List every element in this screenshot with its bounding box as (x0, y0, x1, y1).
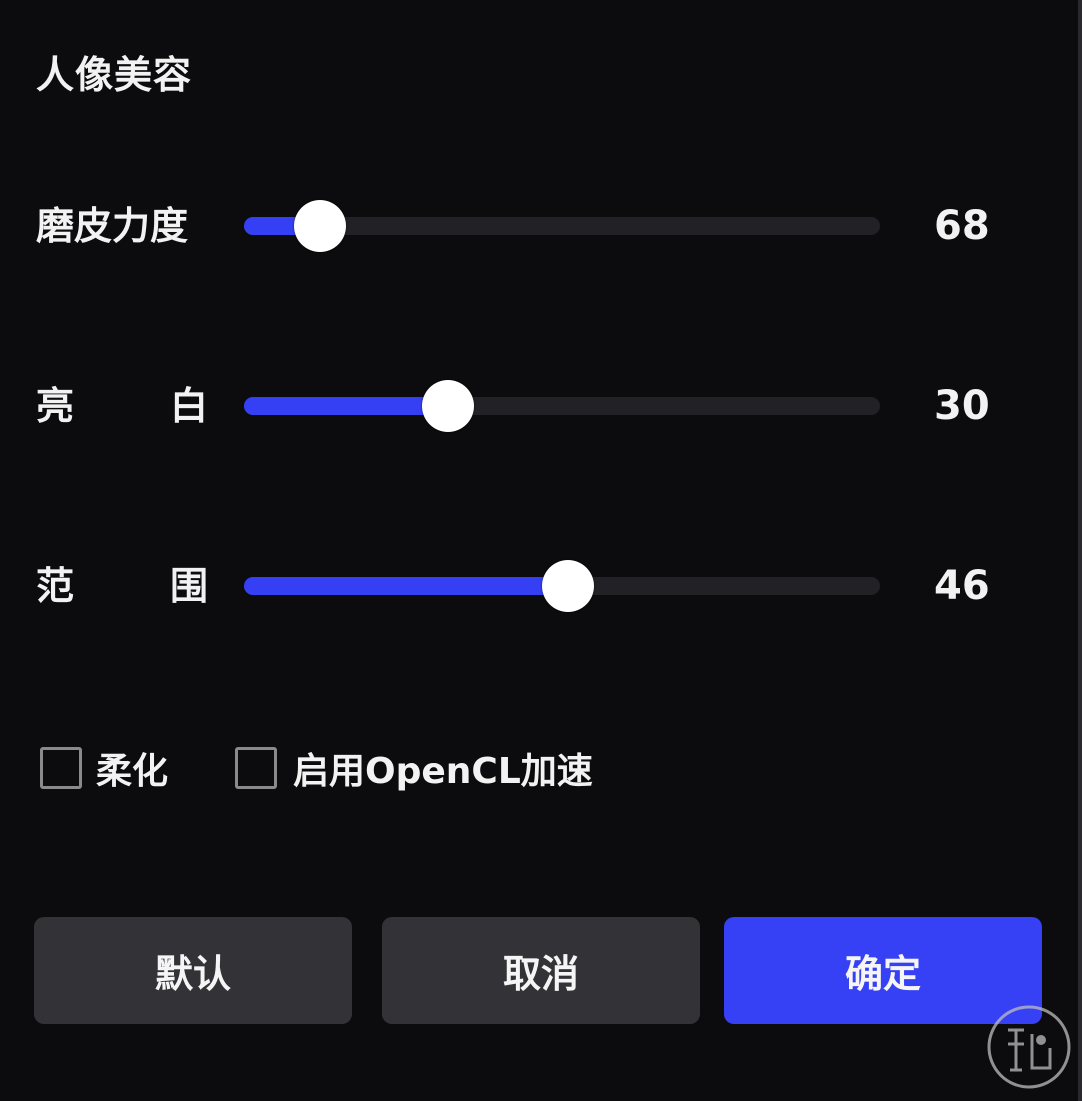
panel-edge (1078, 0, 1082, 1101)
whitening-label-right: 白 (169, 384, 208, 428)
logo-watermark-icon (987, 1005, 1071, 1089)
range-label-right: 围 (169, 564, 208, 608)
opencl-option[interactable]: 启用OpenCL加速 (235, 740, 593, 796)
whitening-label-left: 亮 (36, 384, 75, 428)
opencl-label: 启用OpenCL加速 (293, 751, 593, 792)
smoothing-label: 磨皮力度 (36, 204, 189, 248)
panel-title: 人像美容 (36, 53, 193, 97)
cancel-button[interactable]: 取消 (382, 917, 700, 1024)
beauty-panel: 人像美容 磨皮力度 68 亮 白 30 范 围 46 柔化 启用OpenCL加速… (0, 0, 1082, 1101)
whitening-value: 30 (934, 383, 990, 429)
whitening-slider-fill (244, 397, 448, 415)
default-button[interactable]: 默认 (34, 917, 352, 1024)
range-slider-fill (244, 577, 569, 595)
soften-label: 柔化 (96, 751, 169, 792)
range-slider[interactable] (244, 560, 880, 612)
whitening-label: 亮 白 (36, 376, 208, 436)
whitening-slider[interactable] (244, 380, 880, 432)
whitening-slider-thumb[interactable] (421, 380, 474, 432)
range-value: 46 (934, 563, 990, 609)
range-slider-thumb[interactable] (542, 560, 595, 612)
slider-row-whitening: 亮 白 30 (0, 376, 1082, 436)
smoothing-slider-thumb[interactable] (294, 200, 347, 252)
range-label-left: 范 (36, 564, 75, 608)
soften-checkbox[interactable] (40, 747, 82, 789)
range-label: 范 围 (36, 556, 208, 616)
slider-row-range: 范 围 46 (0, 556, 1082, 616)
slider-row-smoothing: 磨皮力度 68 (0, 196, 1082, 256)
soften-option[interactable]: 柔化 (40, 740, 168, 796)
smoothing-value: 68 (934, 203, 990, 249)
smoothing-slider[interactable] (244, 200, 880, 252)
opencl-checkbox[interactable] (235, 747, 277, 789)
